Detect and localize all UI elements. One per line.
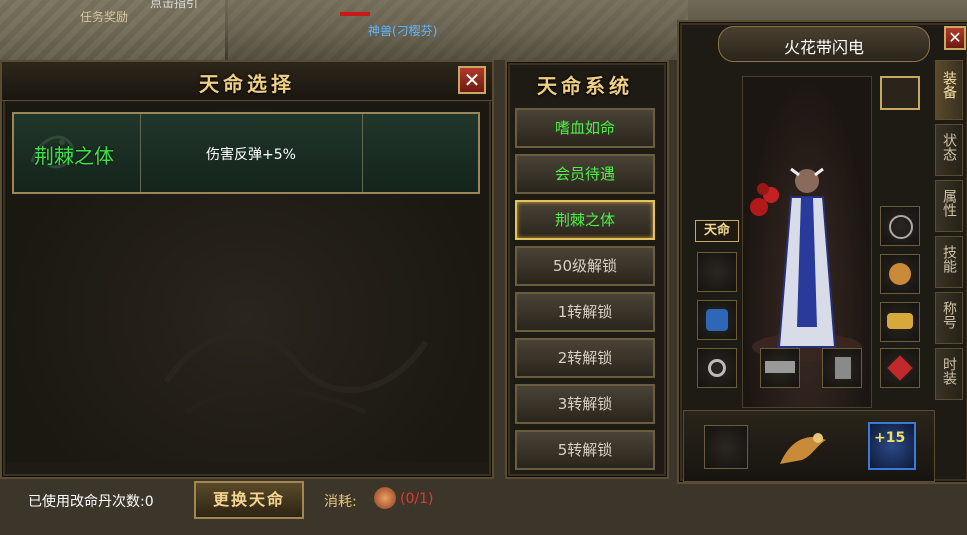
fate-item-0[interactable]: 嗜血如命 (515, 108, 655, 148)
tab-titles[interactable]: 称号 (935, 292, 963, 344)
helmet-slot-icon[interactable] (697, 252, 737, 292)
fate-item-1[interactable]: 会员待遇 (515, 154, 655, 194)
fate-row-desc-cell: 伤害反弹+5% (140, 114, 363, 192)
tab-equipment-label: 装备 (941, 71, 957, 99)
world-terrain (228, 0, 688, 60)
accessory-slot-icon[interactable] (704, 425, 748, 469)
fate-item-3[interactable]: 50级解锁 (515, 246, 655, 286)
fate-item-6[interactable]: 3转解锁 (515, 384, 655, 424)
fate-system-panel: 天命系统 嗜血如命 会员待遇 荆棘之体 50级解锁 1转解锁 2转解锁 3转解锁… (505, 60, 669, 479)
tab-equipment[interactable]: 装备 (935, 60, 963, 120)
close-button[interactable]: ✕ (458, 66, 486, 94)
tab-fashion[interactable]: 时装 (935, 348, 963, 400)
used-count-label: 已使用改命丹次数:0 (28, 494, 154, 510)
tab-skills-label: 技能 (941, 245, 957, 273)
guide-label[interactable]: 点击指引 (150, 0, 198, 11)
fate-row-name: 荆棘之体 (34, 144, 114, 168)
close-character-button[interactable]: ✕ (944, 26, 966, 50)
fate-row-selected[interactable]: 荆棘之体 伤害反弹+5% (12, 112, 480, 194)
fate-select-panel: 天命选择 ✕ 荆棘之体 伤害反弹+5% 已使用改命丹次数:0 更换天命 消耗: … (0, 60, 494, 519)
medal-slot-icon[interactable] (880, 254, 920, 294)
enhance-item-slot[interactable]: +15 (868, 422, 916, 470)
fate-row-extra-cell (362, 114, 478, 192)
tab-skills[interactable]: 技能 (935, 236, 963, 288)
fate-item-7[interactable]: 5转解锁 (515, 430, 655, 470)
tab-attributes-label: 属性 (941, 189, 957, 217)
character-name: 火花带闪电 (783, 38, 864, 57)
belt-slot-icon[interactable] (760, 348, 800, 388)
bracelet-slot-icon[interactable] (697, 300, 737, 340)
necklace-slot-icon[interactable] (880, 206, 920, 246)
gem-slot-icon[interactable] (880, 348, 920, 388)
tab-attributes[interactable]: 属性 (935, 180, 963, 232)
cost-value: (0/1) (400, 491, 434, 507)
boots-slot-icon[interactable] (822, 348, 862, 388)
decorative-cloud-icon (163, 331, 429, 415)
fate-select-footer: 已使用改命丹次数:0 更换天命 消耗: (0/1) (6, 465, 488, 535)
cost-label: 消耗: (324, 494, 357, 510)
tab-fashion-label: 时装 (941, 357, 957, 385)
treasure-chest-icon[interactable] (880, 76, 920, 110)
fate-tag-button[interactable]: 天命 (695, 220, 739, 242)
tab-status-label: 状态 (941, 133, 957, 161)
armlet-slot-icon[interactable] (880, 302, 920, 342)
npc-hp-bar (340, 12, 370, 16)
task-reward-label[interactable]: 任务奖励 (80, 8, 128, 25)
ring-slot-icon[interactable] (697, 348, 737, 388)
fate-select-title: 天命选择 (199, 72, 295, 96)
tab-titles-label: 称号 (941, 301, 957, 329)
fate-item-4[interactable]: 1转解锁 (515, 292, 655, 332)
plus-badge: +15 (874, 430, 906, 446)
fate-item-2[interactable]: 荆棘之体 (515, 200, 655, 240)
character-name-plate: 火花带闪电 (718, 26, 930, 62)
fate-select-titlebar: 天命选择 (2, 62, 492, 101)
change-fate-button[interactable]: 更换天命 (194, 481, 304, 519)
mount-dragon-icon[interactable] (772, 420, 834, 474)
pill-icon (374, 487, 396, 509)
npc-name[interactable]: 神兽(刁樱芬) (368, 22, 437, 39)
fate-system-title: 天命系统 (537, 74, 633, 98)
fate-item-5[interactable]: 2转解锁 (515, 338, 655, 378)
fate-row-name-cell: 荆棘之体 (14, 114, 141, 192)
fate-row-desc: 伤害反弹+5% (206, 147, 296, 163)
tab-status[interactable]: 状态 (935, 124, 963, 176)
